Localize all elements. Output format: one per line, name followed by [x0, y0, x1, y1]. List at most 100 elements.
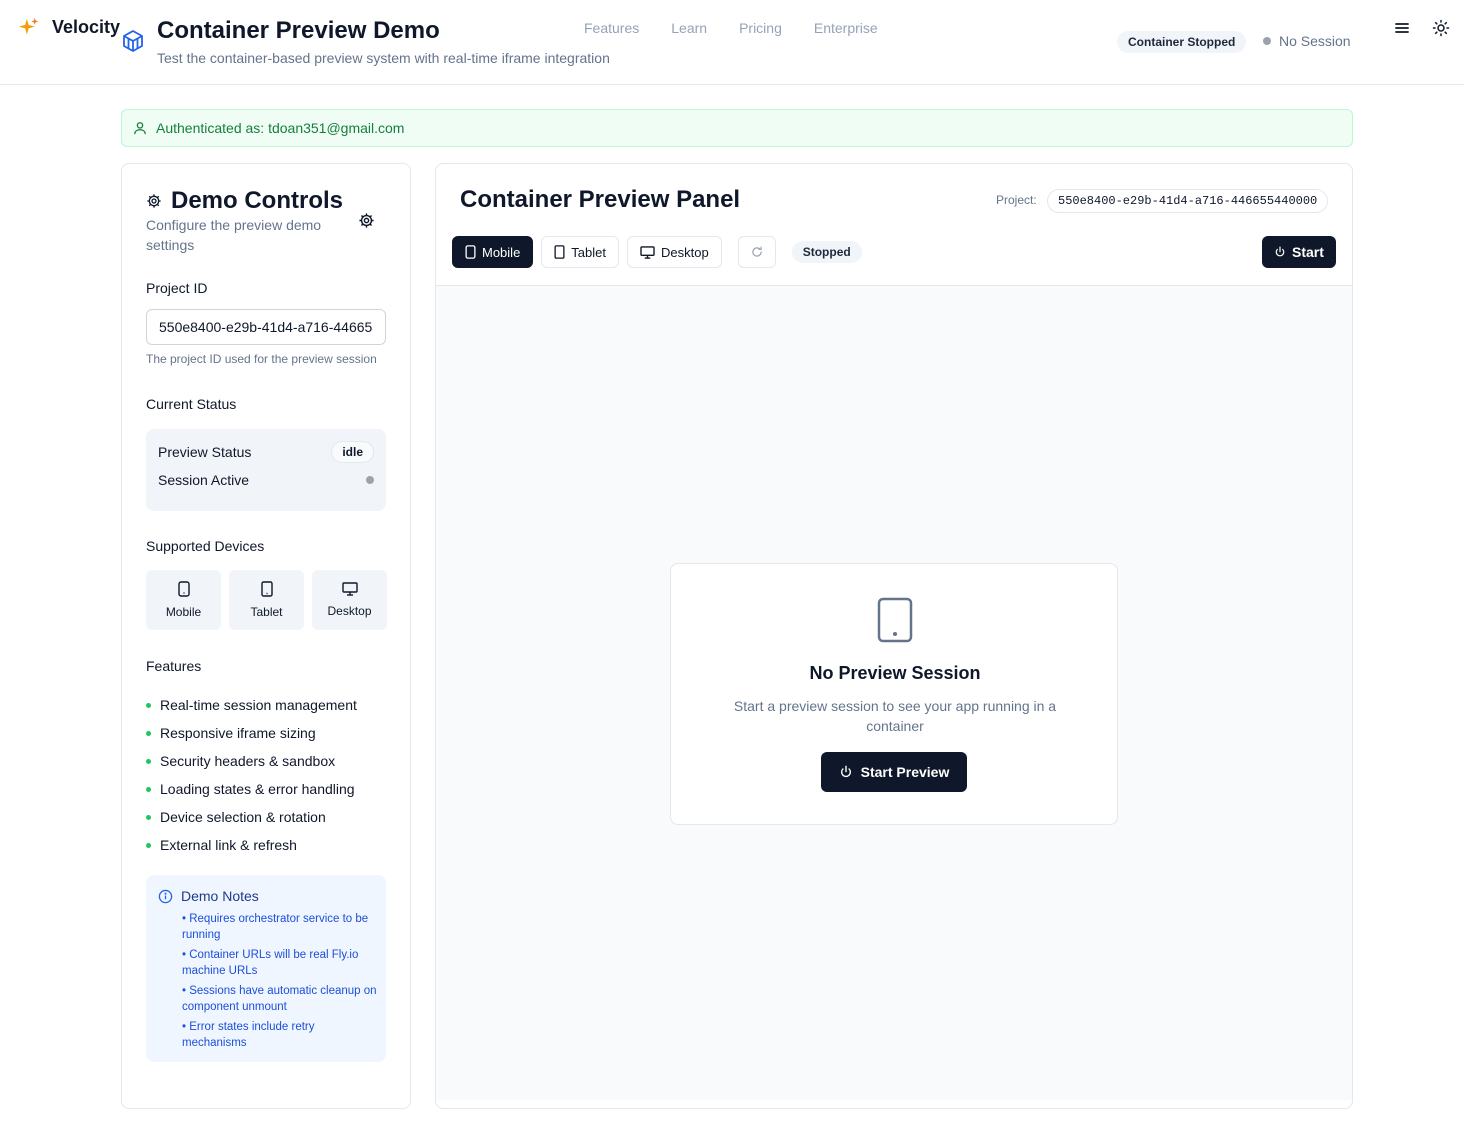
- controls-subtitle: Configure the preview demo settings: [146, 217, 322, 253]
- bullet-dot-icon: [146, 758, 151, 764]
- nav-enterprise[interactable]: Enterprise: [814, 20, 878, 36]
- note-item: • Requires orchestrator service to be ru…: [182, 913, 369, 941]
- nav-learn[interactable]: Learn: [671, 20, 707, 36]
- devices-grid: Mobile Tablet Desktop: [146, 570, 387, 630]
- preview-status-badge: Stopped: [791, 241, 862, 263]
- empty-state-card: No Preview Session Start a preview sessi…: [670, 563, 1118, 825]
- feature-item: Security headers & sandbox: [146, 747, 357, 775]
- brand[interactable]: Velocity: [19, 17, 120, 38]
- demo-notes-title-text: Demo Notes: [181, 888, 259, 904]
- settings-icon: [147, 194, 161, 208]
- session-active-label: Session Active: [158, 472, 250, 488]
- tablet-icon: [554, 245, 565, 259]
- demo-notes-title: Demo Notes: [158, 888, 259, 904]
- project-id-label: Project ID: [146, 280, 208, 296]
- start-button-label: Start: [1292, 244, 1324, 260]
- feature-text: Loading states & error handling: [160, 781, 355, 797]
- device-label: Mobile: [165, 605, 202, 619]
- device-label: Desktop: [327, 604, 372, 618]
- container-preview-panel: Container Preview Panel Project: 550e840…: [435, 163, 1353, 1109]
- device-card-tablet: Tablet: [229, 570, 304, 630]
- features-list: Real-time session management Responsive …: [146, 691, 357, 859]
- session-dot-icon: [1263, 37, 1271, 45]
- demo-notes-list: • Requires orchestrator service to be ru…: [182, 911, 378, 1055]
- feature-item: Loading states & error handling: [146, 775, 357, 803]
- preview-status-label: Preview Status: [158, 444, 252, 460]
- feature-text: Real-time session management: [160, 697, 357, 713]
- auth-banner: Authenticated as: tdoan351@gmail.com: [121, 109, 1353, 147]
- start-preview-button[interactable]: Start Preview: [821, 752, 967, 792]
- bullet-dot-icon: [146, 842, 151, 848]
- bullet-dot-icon: [146, 730, 151, 736]
- device-button-mobile[interactable]: Mobile: [452, 236, 534, 268]
- sun-icon[interactable]: [1432, 19, 1450, 37]
- device-label: Tablet: [250, 605, 283, 619]
- controls-title: Demo Controls: [146, 187, 343, 215]
- empty-state-description: Start a preview session to see your app …: [733, 698, 1057, 734]
- controls-title-text: Demo Controls: [171, 187, 344, 214]
- preview-panel-title: Container Preview Panel: [460, 186, 741, 213]
- preview-status-badge: idle: [331, 441, 374, 463]
- power-icon: [840, 765, 851, 778]
- brand-name: Velocity: [52, 17, 121, 37]
- project-id-badge: 550e8400-e29b-41d4-a716-446655440000: [1047, 189, 1329, 213]
- empty-state-title: No Preview Session: [809, 663, 981, 683]
- refresh-button[interactable]: [737, 236, 776, 268]
- feature-text: Responsive iframe sizing: [160, 725, 316, 741]
- sparkle-icon: [19, 17, 39, 35]
- feature-text: External link & refresh: [160, 837, 297, 853]
- container-status-badge: Container Stopped: [1117, 31, 1247, 53]
- auth-text: Authenticated as: tdoan351@gmail.com: [156, 120, 405, 136]
- bullet-dot-icon: [146, 702, 151, 708]
- nav-pricing[interactable]: Pricing: [739, 20, 782, 36]
- menu-icon[interactable]: [1393, 19, 1411, 37]
- device-toolbar: Mobile Tablet Desktop Stopped: [452, 236, 862, 268]
- features-label: Features: [146, 658, 202, 674]
- device-card-desktop: Desktop: [312, 570, 387, 630]
- demo-notes: Demo Notes • Requires orchestrator servi…: [146, 875, 386, 1062]
- demo-controls-panel: Demo Controls Configure the preview demo…: [121, 163, 411, 1109]
- device-button-label: Mobile: [482, 244, 521, 260]
- feature-text: Device selection & rotation: [160, 809, 326, 825]
- user-icon: [134, 122, 146, 135]
- session-status: No Session: [1263, 33, 1351, 49]
- start-preview-label: Start Preview: [860, 764, 950, 780]
- monitor-icon: [341, 582, 358, 596]
- preview-status-row: Preview Status idle: [158, 441, 374, 463]
- device-button-label: Desktop: [661, 244, 709, 260]
- session-active-row: Session Active: [158, 472, 374, 488]
- gear-icon[interactable]: [358, 212, 375, 229]
- note-item: • Container URLs will be real Fly.io mac…: [182, 949, 359, 977]
- supported-devices-label: Supported Devices: [146, 538, 265, 554]
- device-button-tablet[interactable]: Tablet: [541, 236, 619, 268]
- current-status-label: Current Status: [146, 396, 237, 412]
- feature-text: Security headers & sandbox: [160, 753, 336, 769]
- smartphone-icon: [465, 245, 476, 259]
- smartphone-icon: [877, 597, 913, 643]
- bullet-dot-icon: [146, 814, 151, 820]
- note-item: • Error states include retry mechanisms: [182, 1021, 315, 1049]
- device-button-label: Tablet: [571, 244, 606, 260]
- project-id-input[interactable]: [146, 309, 386, 345]
- session-active-indicator: [366, 476, 374, 484]
- feature-item: Real-time session management: [146, 691, 357, 719]
- refresh-icon: [751, 246, 762, 257]
- top-nav: Features Learn Pricing Enterprise: [584, 20, 878, 36]
- page-subtitle: Test the container-based preview system …: [157, 50, 610, 66]
- status-box: Preview Status idle Session Active: [146, 429, 386, 511]
- info-icon: [158, 889, 173, 903]
- power-icon: [1275, 246, 1285, 257]
- feature-item: Responsive iframe sizing: [146, 719, 357, 747]
- project-id-hint: The project ID used for the preview sess…: [146, 352, 377, 366]
- device-button-desktop[interactable]: Desktop: [627, 236, 722, 268]
- monitor-icon: [640, 245, 655, 259]
- device-card-mobile: Mobile: [146, 570, 221, 630]
- start-button[interactable]: Start: [1262, 236, 1336, 268]
- preview-area: No Preview Session Start a preview sessi…: [436, 285, 1352, 1100]
- nav-features[interactable]: Features: [584, 20, 639, 36]
- tablet-icon: [260, 581, 273, 597]
- bullet-dot-icon: [146, 786, 151, 792]
- smartphone-icon: [177, 581, 190, 597]
- note-item: • Sessions have automatic cleanup on com…: [182, 985, 377, 1013]
- container-icon: [123, 30, 143, 52]
